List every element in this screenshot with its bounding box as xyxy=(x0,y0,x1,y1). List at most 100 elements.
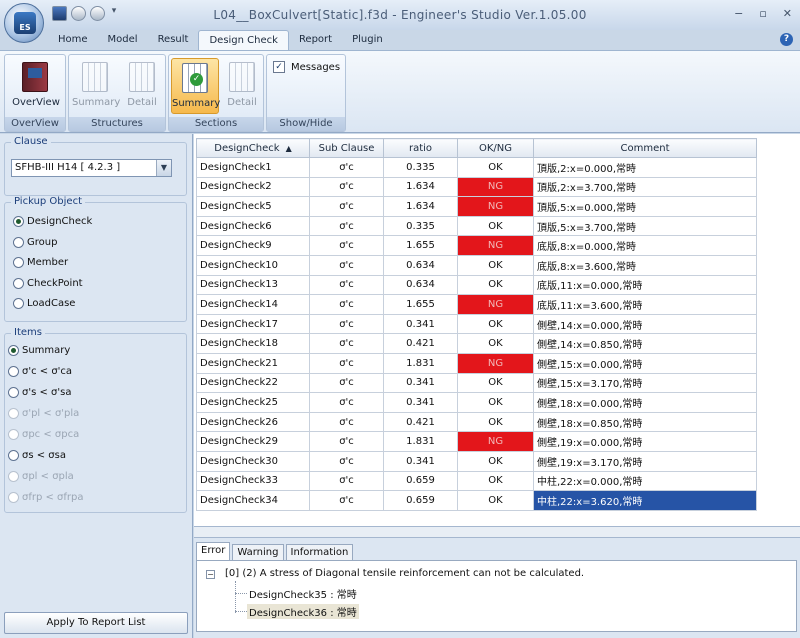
status-cell[interactable]: NG xyxy=(457,352,534,374)
comment-cell[interactable]: 底版,11:x=3.600,常時 xyxy=(533,294,757,315)
ratio-cell[interactable]: 1.831 xyxy=(383,431,458,452)
sections-detail-button[interactable]: Detail xyxy=(219,58,265,114)
designcheck-cell[interactable]: DesignCheck5 xyxy=(196,196,310,217)
tab-result[interactable]: Result xyxy=(148,30,199,50)
status-cell[interactable]: NG xyxy=(457,196,534,217)
status-cell[interactable]: OK xyxy=(457,215,534,237)
designcheck-cell[interactable]: DesignCheck2 xyxy=(196,176,310,198)
comment-cell[interactable]: 中柱,22:x=3.620,常時 xyxy=(533,490,757,511)
ratio-cell[interactable]: 1.634 xyxy=(383,176,458,198)
radio-button-icon[interactable] xyxy=(13,257,24,268)
table-row[interactable]: DesignCheck14 σ'c 1.655 NG 底版,11:x=3.600,常時 xyxy=(196,294,757,315)
pickup-option-checkpoint[interactable]: CheckPoint xyxy=(13,277,83,289)
ratio-cell[interactable]: 0.335 xyxy=(383,215,458,237)
radio-button-icon[interactable] xyxy=(13,236,24,248)
ratio-cell[interactable]: 0.341 xyxy=(383,450,458,472)
ratio-cell[interactable]: 0.659 xyxy=(383,470,458,492)
structures-summary-button[interactable]: Summary xyxy=(72,58,120,114)
table-row[interactable]: DesignCheck21 σ'c 1.831 NG 側壁,15:x=0.000,常時 xyxy=(196,352,757,374)
designcheck-cell[interactable]: DesignCheck22 xyxy=(196,372,310,394)
designcheck-cell[interactable]: DesignCheck1 xyxy=(196,157,310,178)
designcheck-cell[interactable]: DesignCheck21 xyxy=(196,352,310,374)
messages-toggle[interactable]: ✓ Messages xyxy=(273,61,340,73)
designcheck-cell[interactable]: DesignCheck14 xyxy=(196,294,310,315)
subclause-cell[interactable]: σ'c xyxy=(309,411,384,433)
status-cell[interactable]: NG xyxy=(457,176,534,198)
designcheck-cell[interactable]: DesignCheck18 xyxy=(196,333,310,354)
maximize-icon[interactable]: ▫ xyxy=(759,7,766,20)
comment-cell[interactable]: 中柱,22:x=0.000,常時 xyxy=(533,470,757,492)
status-cell[interactable]: OK xyxy=(457,490,534,511)
status-cell[interactable]: OK xyxy=(457,470,534,492)
tab-report[interactable]: Report xyxy=(289,30,342,50)
radio-button-icon[interactable] xyxy=(13,298,24,309)
ratio-cell[interactable]: 0.421 xyxy=(383,333,458,354)
column-header[interactable]: ratio xyxy=(383,138,458,158)
error-child-item[interactable]: DesignCheck35 : 常時 xyxy=(249,586,357,601)
table-row[interactable]: DesignCheck22 σ'c 0.341 OK 側壁,15:x=3.170,常時 xyxy=(196,372,757,394)
status-cell[interactable]: NG xyxy=(457,431,534,452)
error-message[interactable]: [0] (2) A stress of Diagonal tensile rei… xyxy=(225,568,584,579)
ratio-cell[interactable]: 1.655 xyxy=(383,294,458,315)
table-row[interactable]: DesignCheck1 σ'c 0.335 OK 頂版,2:x=0.000,常時 xyxy=(196,157,757,178)
subclause-cell[interactable]: σ'c xyxy=(309,176,384,198)
status-cell[interactable]: OK xyxy=(457,157,534,178)
tab-design-check[interactable]: Design Check xyxy=(198,30,289,50)
designcheck-cell[interactable]: DesignCheck33 xyxy=(196,470,310,492)
designcheck-cell[interactable]: DesignCheck10 xyxy=(196,254,310,276)
designcheck-cell[interactable]: DesignCheck25 xyxy=(196,392,310,413)
comment-cell[interactable]: 側壁,15:x=3.170,常時 xyxy=(533,372,757,394)
column-header[interactable]: OK/NG xyxy=(457,138,534,158)
status-cell[interactable]: OK xyxy=(457,411,534,433)
application-menu-button[interactable]: ES xyxy=(4,3,44,43)
table-row[interactable]: DesignCheck10 σ'c 0.634 OK 底版,8:x=3.600,常時 xyxy=(196,254,757,276)
comment-cell[interactable]: 頂版,2:x=0.000,常時 xyxy=(533,157,757,178)
radio-button-icon[interactable] xyxy=(8,345,19,356)
collapse-icon[interactable]: − xyxy=(206,570,215,579)
items-option[interactable]: σs < σsa xyxy=(8,450,66,461)
subclause-cell[interactable]: σ'c xyxy=(309,254,384,276)
comment-cell[interactable]: 側壁,14:x=0.000,常時 xyxy=(533,313,757,335)
subclause-cell[interactable]: σ'c xyxy=(309,450,384,472)
ratio-cell[interactable]: 0.341 xyxy=(383,392,458,413)
subclause-cell[interactable]: σ'c xyxy=(309,431,384,452)
comment-cell[interactable]: 側壁,19:x=0.000,常時 xyxy=(533,431,757,452)
tab-information[interactable]: Information xyxy=(285,544,354,560)
subclause-cell[interactable]: σ'c xyxy=(309,294,384,315)
status-cell[interactable]: OK xyxy=(457,333,534,354)
radio-button-icon[interactable] xyxy=(8,450,19,461)
status-cell[interactable]: NG xyxy=(457,235,534,256)
items-option[interactable]: σ's < σ'sa xyxy=(8,387,71,398)
comment-cell[interactable]: 頂版,5:x=0.000,常時 xyxy=(533,196,757,217)
radio-button-icon[interactable] xyxy=(13,277,24,289)
subclause-cell[interactable]: σ'c xyxy=(309,333,384,354)
subclause-cell[interactable]: σ'c xyxy=(309,352,384,374)
apply-to-report-button[interactable]: Apply To Report List xyxy=(4,612,188,634)
horizontal-scrollbar[interactable] xyxy=(194,527,800,538)
status-cell[interactable]: OK xyxy=(457,254,534,276)
radio-button-icon[interactable] xyxy=(8,366,19,377)
table-row[interactable]: DesignCheck30 σ'c 0.341 OK 側壁,19:x=3.170,常時 xyxy=(196,450,757,472)
ratio-cell[interactable]: 1.831 xyxy=(383,352,458,374)
column-header[interactable]: Comment xyxy=(533,138,757,158)
designcheck-cell[interactable]: DesignCheck13 xyxy=(196,274,310,296)
designcheck-cell[interactable]: DesignCheck9 xyxy=(196,235,310,256)
subclause-cell[interactable]: σ'c xyxy=(309,392,384,413)
designcheck-cell[interactable]: DesignCheck17 xyxy=(196,313,310,335)
designcheck-cell[interactable]: DesignCheck6 xyxy=(196,215,310,237)
column-header[interactable]: Sub Clause xyxy=(309,138,384,158)
ratio-cell[interactable]: 0.341 xyxy=(383,313,458,335)
tab-error[interactable]: Error xyxy=(196,542,231,560)
subclause-cell[interactable]: σ'c xyxy=(309,235,384,256)
table-row[interactable]: DesignCheck29 σ'c 1.831 NG 側壁,19:x=0.000,常時 xyxy=(196,431,757,452)
subclause-cell[interactable]: σ'c xyxy=(309,274,384,296)
table-row[interactable]: DesignCheck18 σ'c 0.421 OK 側壁,14:x=0.850,常時 xyxy=(196,333,757,354)
status-cell[interactable]: OK xyxy=(457,392,534,413)
subclause-cell[interactable]: σ'c xyxy=(309,372,384,394)
designcheck-cell[interactable]: DesignCheck29 xyxy=(196,431,310,452)
table-row[interactable]: DesignCheck26 σ'c 0.421 OK 側壁,18:x=0.850,常時 xyxy=(196,411,757,433)
tab-home[interactable]: Home xyxy=(48,30,98,50)
table-row[interactable]: DesignCheck33 σ'c 0.659 OK 中柱,22:x=0.000,常時 xyxy=(196,470,757,492)
items-option[interactable]: Summary xyxy=(8,345,70,356)
subclause-cell[interactable]: σ'c xyxy=(309,490,384,511)
